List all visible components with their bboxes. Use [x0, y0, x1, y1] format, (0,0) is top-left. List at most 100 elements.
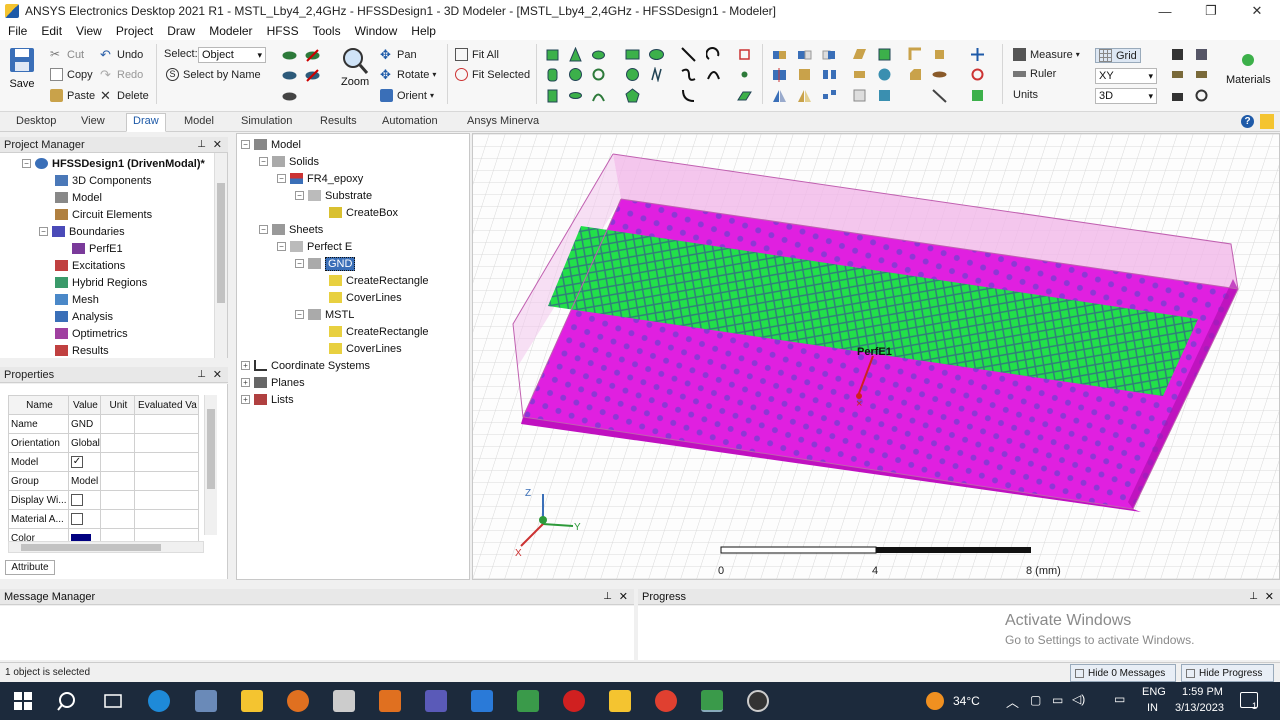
tree-node-mstl-coverlines[interactable]: CoverLines [329, 340, 402, 357]
duplicate-mirror-icon[interactable] [797, 88, 812, 103]
tree-node-mesh[interactable]: Mesh [55, 291, 99, 308]
show-all-icon[interactable] [282, 68, 297, 83]
connect-icon[interactable] [852, 88, 867, 103]
tab-view[interactable]: View [75, 114, 111, 128]
line-icon[interactable] [681, 47, 696, 62]
clock-date[interactable]: 3/13/2023 [1175, 702, 1224, 714]
face-cs-icon[interactable] [1170, 67, 1185, 82]
restore-button[interactable]: ❐ [1188, 0, 1234, 22]
tree-node-solids[interactable]: − Solids [259, 153, 319, 170]
fit-selected-button[interactable]: Fit Selected [455, 68, 530, 81]
close-panel-icon[interactable]: ✕ [213, 137, 222, 153]
cylinder-primitive-icon[interactable] [545, 67, 560, 82]
properties-hscrollbar[interactable] [8, 541, 204, 553]
tree-node-design[interactable]: − HFSSDesign1 (DrivenModal)* [22, 155, 205, 172]
tree-node-lists[interactable]: + Lists [241, 391, 294, 408]
tree-node-analysis[interactable]: Analysis [55, 308, 113, 325]
cover-lines-icon[interactable] [877, 47, 892, 62]
tab-simulation[interactable]: Simulation [235, 114, 298, 128]
windows-start-icon[interactable] [12, 690, 34, 712]
tab-results[interactable]: Results [314, 114, 363, 128]
opera-icon[interactable] [563, 690, 585, 712]
relative-cs-toggle-icon[interactable] [1170, 88, 1185, 103]
menu-file[interactable]: File [8, 24, 27, 38]
ansys-edt-icon[interactable] [517, 690, 539, 712]
collapse-icon[interactable]: − [39, 227, 48, 236]
units-button[interactable]: Units [1013, 89, 1038, 101]
tree-node-mstl[interactable]: − MSTL [295, 306, 354, 323]
expand-icon[interactable]: + [241, 378, 250, 387]
menu-tools[interactable]: Tools [313, 24, 341, 38]
language-secondary[interactable]: IN [1147, 702, 1158, 714]
center-arc-icon[interactable] [681, 88, 696, 103]
tab-ansys-minerva[interactable]: Ansys Minerva [461, 114, 545, 128]
menu-draw[interactable]: Draw [167, 24, 195, 38]
attribute-tab[interactable]: Attribute [5, 560, 55, 575]
collapse-icon[interactable]: − [295, 310, 304, 319]
app-s-icon[interactable] [425, 690, 447, 712]
menu-modeler[interactable]: Modeler [209, 24, 252, 38]
hide-messages-button[interactable]: Hide 0 Messages [1070, 664, 1176, 682]
tree-node-excitations[interactable]: Excitations [55, 257, 125, 274]
plane-icon[interactable] [737, 88, 752, 103]
show-object-icon[interactable] [282, 48, 297, 63]
tab-automation[interactable]: Automation [376, 114, 444, 128]
display-wireframe-checkbox[interactable] [71, 494, 83, 506]
point-icon[interactable] [737, 47, 752, 62]
redo-button[interactable]: ↷ Redo [100, 68, 143, 81]
tree-node-fr4-epoxy[interactable]: − FR4_epoxy [277, 170, 363, 187]
tree-node-createbox[interactable]: CreateBox [329, 204, 398, 221]
tree-node-optimetrics[interactable]: Optimetrics [55, 325, 128, 342]
table-row[interactable]: Display Wi... [8, 490, 199, 510]
fit-all-button[interactable]: Fit All [455, 48, 499, 61]
spline-icon[interactable] [681, 67, 696, 82]
menu-project[interactable]: Project [116, 24, 153, 38]
collapse-icon[interactable]: − [259, 157, 268, 166]
table-row[interactable]: Group Model [8, 471, 199, 491]
tray-battery-icon[interactable]: ▭ [1114, 692, 1125, 706]
close-panel-icon[interactable]: ✕ [619, 589, 628, 605]
tree-node-substrate[interactable]: − Substrate [295, 187, 372, 204]
cut-button[interactable]: ✂ Cut [50, 48, 84, 61]
model-checkbox-cell[interactable]: ✓ [68, 452, 101, 472]
chamfer-icon[interactable] [908, 67, 923, 82]
tree-node-gnd-createrectangle[interactable]: CreateRectangle [329, 272, 429, 289]
property-value[interactable]: Model [68, 471, 101, 491]
tree-node-gnd[interactable]: − GND [295, 255, 356, 272]
viewport-canvas[interactable]: × PerfE1 Z Y X 0 4 8 (mm) [473, 134, 1280, 580]
file-app-icon[interactable] [195, 690, 217, 712]
close-panel-icon[interactable]: ✕ [213, 367, 222, 383]
property-value[interactable]: GND [68, 414, 101, 434]
helix-primitive-icon[interactable] [591, 67, 606, 82]
bondwire-primitive-icon[interactable] [591, 88, 606, 103]
rectangle-sheet-icon[interactable] [625, 47, 640, 62]
measure-button[interactable]: Measure ▾ [1013, 48, 1080, 61]
circle-sheet-icon[interactable] [625, 67, 640, 82]
wrap-sheet-icon[interactable] [877, 67, 892, 82]
tree-node-model-root[interactable]: − Model [241, 136, 301, 153]
collapse-icon[interactable]: − [295, 191, 304, 200]
set-working-cs-icon[interactable] [1194, 88, 1209, 103]
unite-icon[interactable] [772, 47, 787, 62]
rotate-object-icon[interactable] [970, 67, 985, 82]
movement-mode-dropdown[interactable]: 3D [1095, 88, 1157, 104]
tree-node-planes[interactable]: + Planes [241, 374, 305, 391]
tray-chevron-icon[interactable]: ︿ [1006, 692, 1019, 711]
message-manager-body[interactable] [0, 606, 634, 660]
mail-icon[interactable] [471, 690, 493, 712]
save-button[interactable]: Save [8, 46, 36, 90]
snap-mode-icon[interactable] [1194, 47, 1209, 62]
tray-network-icon[interactable]: ▭ [1052, 693, 1063, 707]
drawing-plane-dropdown[interactable]: XY [1095, 68, 1157, 84]
torus-primitive-icon[interactable] [591, 47, 606, 62]
align-icon[interactable] [932, 67, 947, 82]
tree-node-model[interactable]: Model [55, 189, 102, 206]
clock-time[interactable]: 1:59 PM [1182, 686, 1223, 698]
orient-button[interactable]: Orient ▾ [380, 89, 434, 102]
recorder-icon[interactable] [747, 690, 769, 712]
undo-button[interactable]: ↶ Undo [100, 48, 143, 61]
expand-icon[interactable]: + [241, 395, 250, 404]
material-appearance-checkbox[interactable] [71, 513, 83, 525]
tree-node-perfect-e[interactable]: − Perfect E [277, 238, 352, 255]
pin-icon[interactable]: ⊥ [1249, 589, 1258, 605]
